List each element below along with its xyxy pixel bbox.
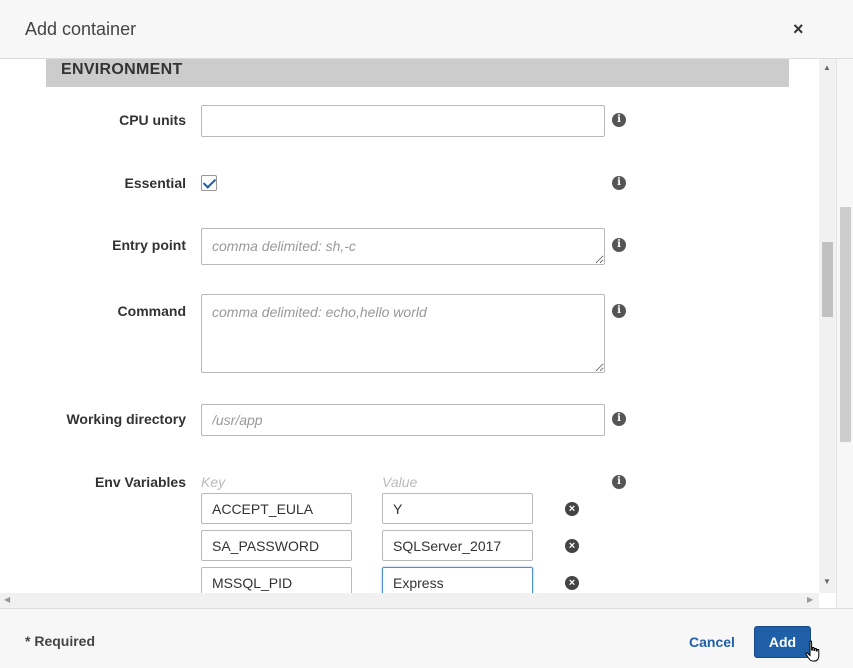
horizontal-scrollbar[interactable]: ◀ ▶	[0, 593, 819, 608]
env-key-header: Key	[201, 474, 226, 490]
scroll-thumb[interactable]	[822, 242, 833, 317]
dialog-title: Add container	[25, 19, 137, 39]
remove-circle-icon[interactable]: ×	[565, 502, 579, 516]
env-key-input[interactable]	[201, 493, 352, 524]
close-icon[interactable]: ×	[793, 18, 804, 40]
entry-point-label: Entry point	[112, 237, 186, 253]
command-label: Command	[117, 303, 186, 319]
info-icon[interactable]: i	[612, 412, 626, 426]
cancel-button[interactable]: Cancel	[689, 634, 735, 650]
command-input[interactable]	[201, 294, 605, 373]
dialog-body: ENVIRONMENT CPU units i Essential i Entr…	[0, 59, 836, 593]
scroll-up-icon[interactable]: ▲	[823, 63, 831, 72]
env-key-input[interactable]	[201, 567, 352, 593]
add-button[interactable]: Add	[754, 626, 811, 658]
env-value-input[interactable]	[382, 567, 533, 593]
outer-scroll-thumb[interactable]	[840, 207, 851, 442]
section-header: ENVIRONMENT	[46, 59, 789, 87]
outer-vertical-scrollbar[interactable]	[836, 59, 853, 608]
env-value-input[interactable]	[382, 530, 533, 561]
cpu-units-input[interactable]	[201, 105, 605, 137]
hand-pointer-icon	[805, 640, 820, 662]
env-value-header: Value	[382, 474, 418, 490]
info-icon[interactable]: i	[612, 304, 626, 318]
remove-circle-icon[interactable]: ×	[565, 539, 579, 553]
scroll-right-icon[interactable]: ▶	[807, 595, 813, 604]
info-icon[interactable]: i	[612, 238, 626, 252]
section-title: ENVIRONMENT	[61, 61, 183, 78]
essential-checkbox[interactable]	[201, 175, 217, 191]
essential-label: Essential	[124, 175, 186, 191]
dialog-header: Add container ×	[0, 0, 853, 59]
env-key-input[interactable]	[201, 530, 352, 561]
remove-circle-icon[interactable]: ×	[565, 576, 579, 590]
working-directory-input[interactable]	[201, 404, 605, 436]
env-variables-label: Env Variables	[94, 474, 186, 490]
scroll-down-icon[interactable]: ▼	[823, 577, 831, 586]
inner-vertical-scrollbar[interactable]: ▲ ▼	[819, 59, 836, 593]
entry-point-input[interactable]	[201, 228, 605, 265]
info-icon[interactable]: i	[612, 176, 626, 190]
scroll-left-icon[interactable]: ◀	[4, 595, 10, 604]
info-icon[interactable]: i	[612, 113, 626, 127]
working-directory-label: Working directory	[66, 411, 186, 427]
required-note: * Required	[25, 633, 96, 649]
cpu-units-label: CPU units	[119, 112, 186, 128]
info-icon[interactable]: i	[612, 475, 626, 489]
env-value-input[interactable]	[382, 493, 533, 524]
dialog-footer: * Required Cancel Add	[0, 608, 853, 668]
